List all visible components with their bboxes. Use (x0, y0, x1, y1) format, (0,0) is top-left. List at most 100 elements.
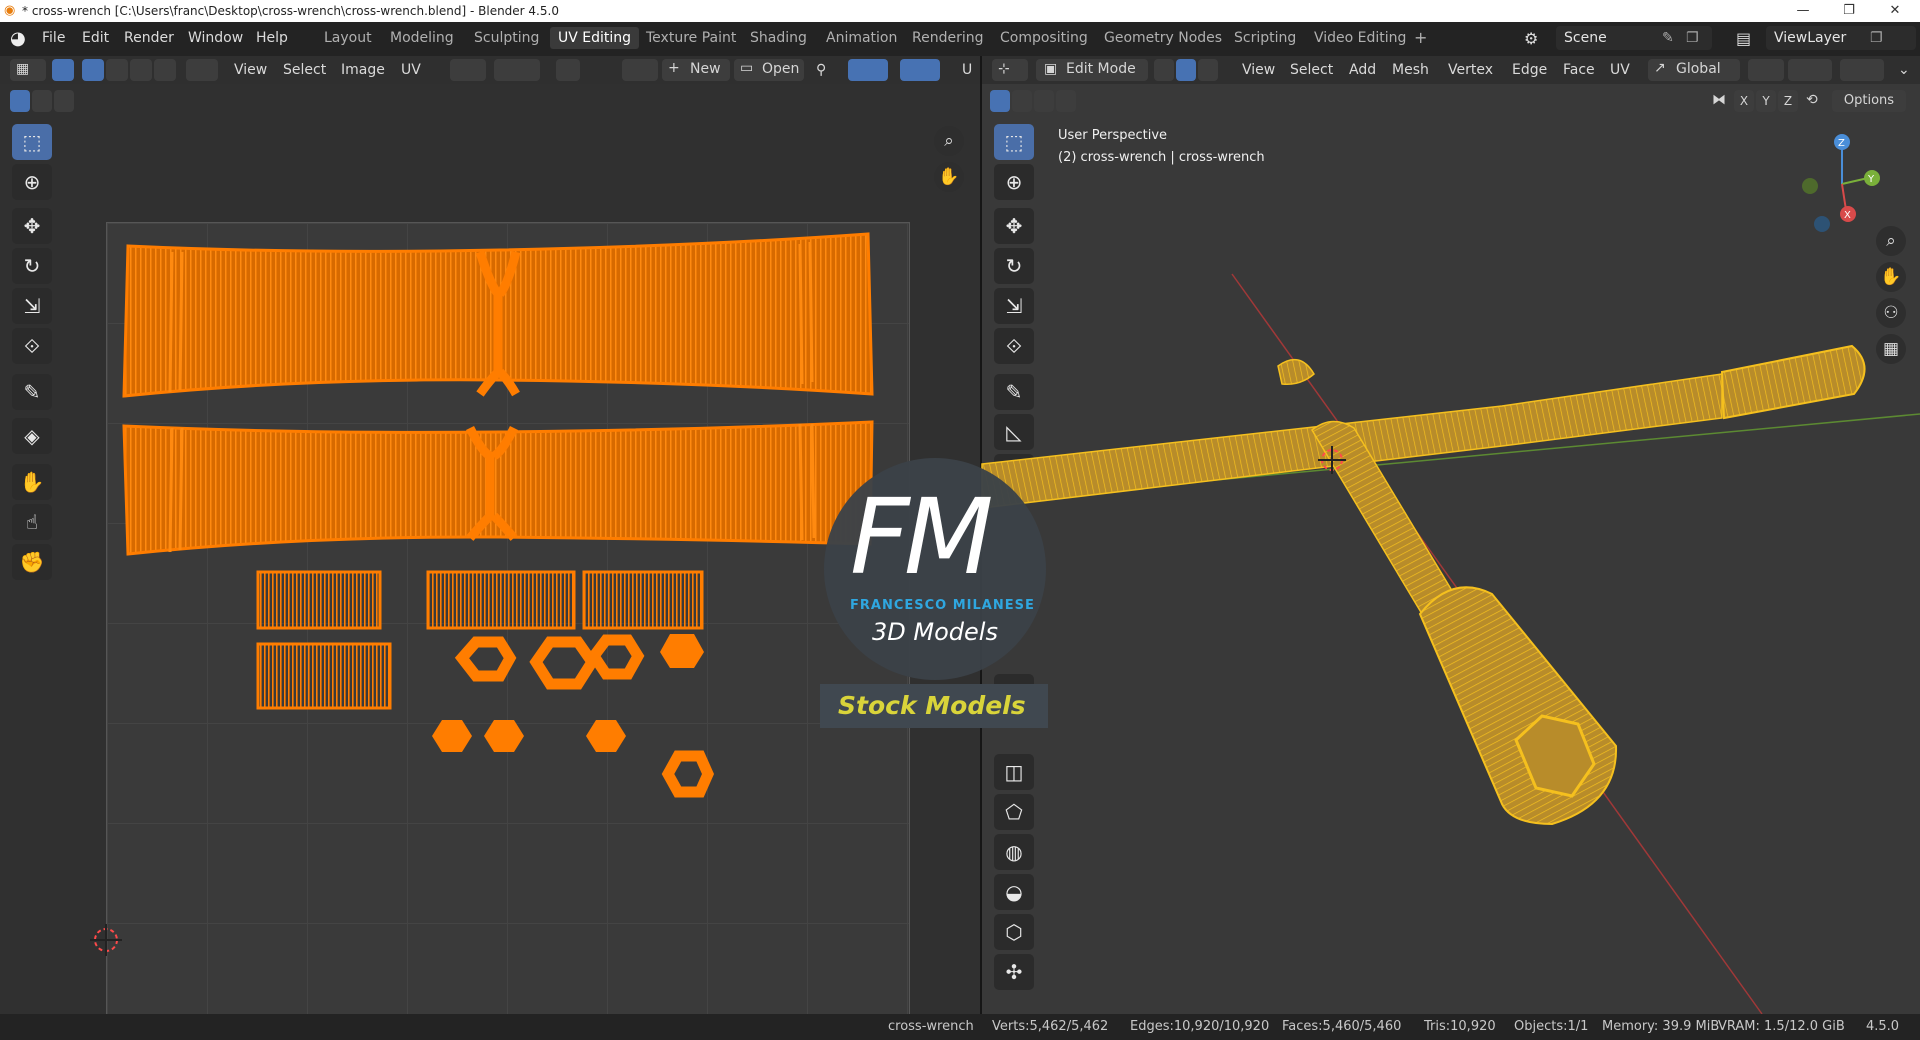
plus-icon: + (668, 60, 680, 76)
uv-island-rect-3 (582, 570, 704, 630)
minimize-button[interactable]: — (1780, 0, 1826, 22)
vp-menu-uv[interactable]: UV (1610, 62, 1630, 78)
vertex-mode-button[interactable] (1154, 59, 1174, 81)
snapping-dropdown[interactable] (1788, 59, 1832, 81)
menu-help[interactable]: Help (256, 30, 288, 46)
menu-window[interactable]: Window (188, 30, 243, 46)
vp-menu-face[interactable]: Face (1563, 62, 1595, 78)
overlay-dropdown[interactable] (900, 59, 940, 81)
restore-button[interactable]: ❐ (1826, 0, 1872, 22)
snap-dropdown[interactable] (494, 59, 540, 81)
status-verts: Verts:5,462/5,462 (992, 1019, 1109, 1034)
tab-video-editing[interactable]: Video Editing (1314, 30, 1406, 46)
uv-island-rect-1 (256, 570, 382, 630)
tab-uv-editing[interactable]: UV Editing (550, 27, 640, 49)
status-tris: Tris:10,920 (1424, 1019, 1496, 1034)
uv-sync-toggle[interactable] (52, 59, 74, 81)
tab-layout[interactable]: Layout (324, 30, 372, 46)
pin-image-icon[interactable]: ⚲ (816, 62, 826, 78)
status-objects: Objects:1/1 (1514, 1019, 1589, 1034)
watermark-banner-text: Stock Models (838, 691, 1026, 720)
menu-render[interactable]: Render (124, 30, 174, 46)
new-scene-icon[interactable]: ❐ (1686, 26, 1699, 50)
sticky-select-dropdown[interactable] (186, 59, 218, 81)
vp-menu-view[interactable]: View (1242, 62, 1275, 78)
header-overflow-icon[interactable]: ⌄ (1898, 62, 1910, 78)
proportional-edit-button[interactable] (556, 59, 580, 81)
blender-logo-icon: ◉ (4, 3, 16, 18)
tab-animation[interactable]: Animation (826, 30, 897, 46)
tab-rendering[interactable]: Rendering (912, 30, 984, 46)
uv-sculpt-dropdown[interactable] (848, 59, 888, 81)
uv-menu-image[interactable]: Image (341, 62, 385, 78)
pivot-point-dropdown[interactable] (1748, 59, 1784, 81)
image-browse-dropdown[interactable] (622, 59, 658, 81)
editor-type-button[interactable]: ▦ (10, 59, 46, 81)
island-select-button[interactable] (154, 59, 176, 81)
close-button[interactable]: ✕ (1872, 0, 1918, 22)
status-edges: Edges:10,920/10,920 (1130, 1019, 1270, 1034)
scene-name: Scene (1564, 30, 1607, 46)
transform-orientation-dropdown[interactable]: ↗ Global (1648, 59, 1740, 81)
uv-menu-select[interactable]: Select (283, 62, 326, 78)
uv-menu-uv[interactable]: UV (401, 62, 421, 78)
blender-menu-icon[interactable]: ◕ (10, 28, 26, 49)
uv-island-rect-4 (256, 642, 392, 710)
open-image-button[interactable]: ▭ Open (734, 59, 804, 81)
scene-icon[interactable]: ⚙ (1524, 29, 1538, 48)
status-vram: VRAM: 1.5/12.0 GiB (1718, 1019, 1845, 1034)
watermark-logo: FM (850, 476, 994, 598)
menu-file[interactable]: File (42, 30, 65, 46)
pivot-dropdown[interactable] (450, 59, 486, 81)
wrench-socket-front (1418, 586, 1618, 826)
view-layer-icon[interactable]: ▤ (1736, 29, 1751, 48)
vp-menu-edge[interactable]: Edge (1512, 62, 1547, 78)
new-view-layer-icon[interactable]: ❐ (1870, 26, 1883, 50)
face-mode-button[interactable] (1198, 59, 1218, 81)
vertex-select-button[interactable] (82, 59, 104, 81)
mesh-drawing[interactable] (981, 84, 1920, 1015)
status-bar: cross-wrench Verts:5,462/5,462 Edges:10,… (0, 1014, 1920, 1040)
tab-geometry-nodes[interactable]: Geometry Nodes (1104, 30, 1222, 46)
uv-more-label[interactable]: U (962, 62, 972, 78)
edge-select-button[interactable] (106, 59, 128, 81)
orientation-icon: ↗ (1654, 60, 1666, 76)
wrench-socket-right (1720, 344, 1866, 420)
tab-scripting[interactable]: Scripting (1234, 30, 1296, 46)
status-memory: Memory: 39.9 MiB (1602, 1019, 1720, 1034)
viewport-editor-icon: ⊹ (998, 61, 1010, 77)
status-version: 4.5.0 (1866, 1019, 1900, 1034)
uv-island-handle-bottom (122, 420, 874, 556)
new-image-button[interactable]: + New (662, 59, 730, 81)
status-object: cross-wrench (888, 1019, 974, 1034)
edit-mode-icon: ▣ (1044, 61, 1058, 77)
tab-texture-paint[interactable]: Texture Paint (646, 30, 736, 46)
edge-mode-button[interactable] (1176, 59, 1196, 81)
vp-menu-select[interactable]: Select (1290, 62, 1333, 78)
uv-island-rect-2 (426, 570, 576, 630)
watermark: FM FRANCESCO MILANESE 3D Models Stock Mo… (820, 458, 1048, 728)
mode-dropdown[interactable]: ▣ Edit Mode (1036, 59, 1148, 81)
tab-sculpting[interactable]: Sculpting (474, 30, 539, 46)
3d-viewport[interactable]: ⧓ X Y Z ⟲ Options User Perspective (2) c… (981, 84, 1920, 1015)
vp-menu-vertex[interactable]: Vertex (1448, 62, 1493, 78)
view-layer-selector[interactable]: ViewLayer ❐ (1766, 26, 1916, 50)
uv-menu-view[interactable]: View (234, 62, 267, 78)
window-title-bar: ◉ * cross-wrench [C:\Users\franc\Desktop… (0, 0, 1920, 22)
top-bar: ◕ File Edit Render Window Help Layout Mo… (0, 22, 1920, 56)
face-select-button[interactable] (130, 59, 152, 81)
vp-menu-mesh[interactable]: Mesh (1392, 62, 1429, 78)
pin-icon[interactable]: ✎ (1662, 26, 1674, 50)
watermark-banner: Stock Models (820, 684, 1048, 728)
viewport-editor-type-button[interactable]: ⊹ (992, 59, 1028, 81)
tab-compositing[interactable]: Compositing (1000, 30, 1088, 46)
proportional-editing-dropdown[interactable] (1840, 59, 1884, 81)
add-workspace-button[interactable]: + (1414, 28, 1427, 47)
uv-editor-icon: ▦ (16, 61, 30, 77)
vp-menu-add[interactable]: Add (1349, 62, 1376, 78)
scene-selector[interactable]: Scene ✎ ❐ (1556, 26, 1712, 50)
mode-label: Edit Mode (1066, 61, 1136, 77)
tab-shading[interactable]: Shading (750, 30, 807, 46)
menu-edit[interactable]: Edit (82, 30, 109, 46)
tab-modeling[interactable]: Modeling (390, 30, 454, 46)
